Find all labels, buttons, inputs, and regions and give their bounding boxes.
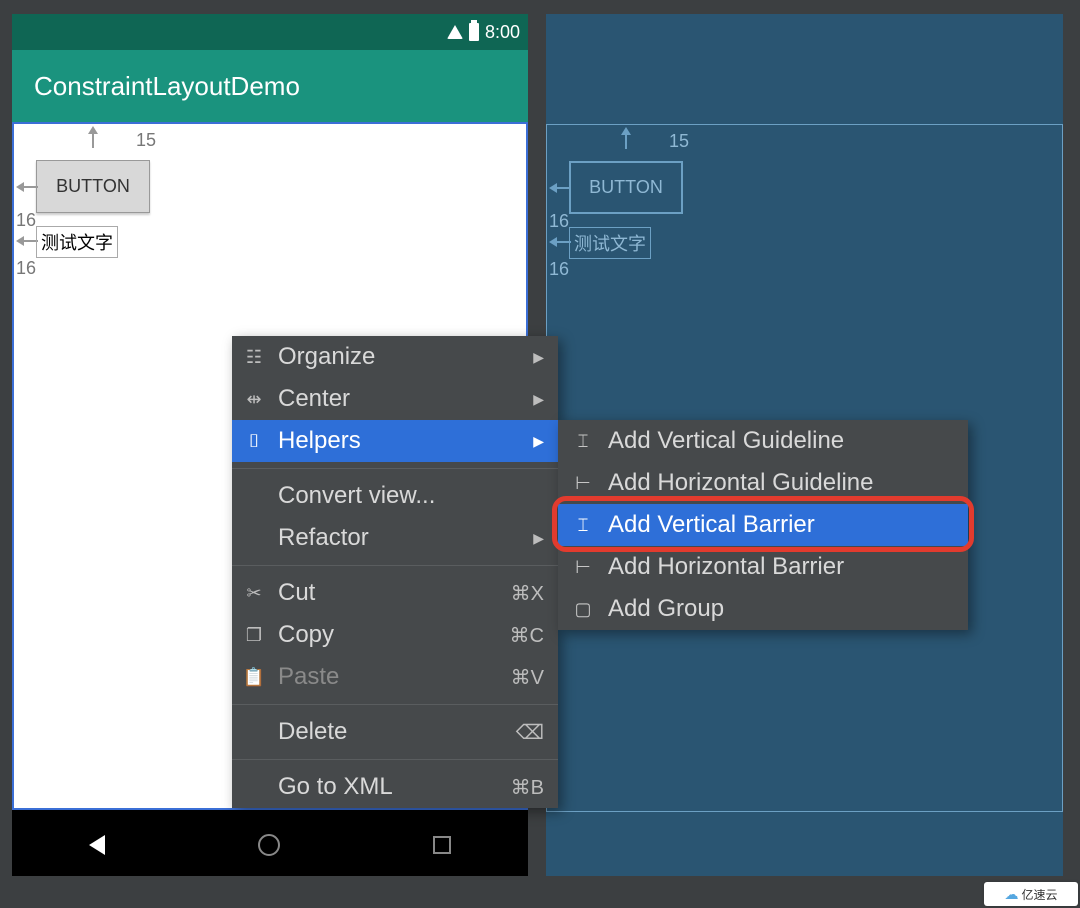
copy-icon: ❐ [242, 625, 266, 646]
menu-separator [232, 704, 558, 705]
android-status-bar: 8:00 [12, 14, 528, 50]
helpers-submenu: ⌶ Add Vertical Guideline ⊢ Add Horizonta… [558, 420, 968, 630]
menu-convert-view[interactable]: Convert view... [232, 475, 558, 517]
menu-cut[interactable]: ✂ Cut ⌘X [232, 572, 558, 614]
center-icon: ⇹ [242, 389, 266, 410]
menu-delete[interactable]: Delete ⌫ [232, 711, 558, 753]
menu-refactor[interactable]: Refactor ▶ [232, 517, 558, 559]
cut-icon: ✂ [242, 583, 266, 604]
margin-text-left: 16 [16, 258, 36, 279]
menu-separator [232, 759, 558, 760]
bp-textview-widget[interactable]: 测试文字 [569, 227, 651, 259]
nav-home-icon [258, 834, 280, 856]
margin-top-label: 15 [136, 130, 156, 151]
organize-icon: ☷ [242, 347, 266, 368]
menu-organize[interactable]: ☷ Organize ▶ [232, 336, 558, 378]
submenu-arrow-icon: ▶ [533, 530, 544, 547]
horizontal-guideline-icon: ⊢ [572, 473, 594, 494]
helpers-icon: ⌷ [242, 431, 266, 452]
vertical-barrier-icon: ⌶ [572, 515, 594, 536]
button-widget[interactable]: BUTTON [36, 160, 150, 213]
group-icon: ▢ [572, 599, 594, 620]
cloud-icon: ☁ [1004, 886, 1018, 903]
menu-center[interactable]: ⇹ Center ▶ [232, 378, 558, 420]
app-title: ConstraintLayoutDemo [34, 71, 300, 102]
context-menu: ☷ Organize ▶ ⇹ Center ▶ ⌷ Helpers ▶ Conv… [232, 336, 558, 808]
submenu-add-horizontal-guideline[interactable]: ⊢ Add Horizontal Guideline [558, 462, 968, 504]
menu-paste: 📋 Paste ⌘V [232, 656, 558, 698]
menu-goto-xml[interactable]: Go to XML ⌘B [232, 766, 558, 808]
bp-button-widget[interactable]: BUTTON [569, 161, 683, 214]
textview-widget[interactable]: 测试文字 [36, 226, 118, 258]
vertical-guideline-icon: ⌶ [572, 431, 594, 452]
submenu-arrow-icon: ▶ [533, 391, 544, 408]
delete-shortcut-icon: ⌫ [516, 720, 544, 745]
android-nav-bar [12, 814, 528, 876]
bp-margin-button-left: 16 [549, 211, 569, 232]
app-bar: ConstraintLayoutDemo [12, 50, 528, 122]
submenu-add-vertical-barrier[interactable]: ⌶ Add Vertical Barrier [558, 504, 968, 546]
horizontal-barrier-icon: ⊢ [572, 557, 594, 578]
submenu-arrow-icon: ▶ [533, 433, 544, 450]
watermark: ☁ 亿速云 [984, 882, 1078, 906]
menu-separator [232, 468, 558, 469]
nav-back-icon [89, 835, 105, 855]
submenu-add-horizontal-barrier[interactable]: ⊢ Add Horizontal Barrier [558, 546, 968, 588]
bp-margin-top: 15 [669, 131, 689, 152]
menu-separator [232, 565, 558, 566]
paste-icon: 📋 [242, 667, 266, 688]
submenu-add-vertical-guideline[interactable]: ⌶ Add Vertical Guideline [558, 420, 968, 462]
nav-recent-icon [433, 836, 451, 854]
bp-margin-text-left: 16 [549, 259, 569, 280]
menu-copy[interactable]: ❐ Copy ⌘C [232, 614, 558, 656]
wifi-icon [447, 25, 463, 39]
menu-helpers[interactable]: ⌷ Helpers ▶ [232, 420, 558, 462]
margin-button-left: 16 [16, 210, 36, 231]
submenu-arrow-icon: ▶ [533, 349, 544, 366]
battery-icon [469, 23, 479, 41]
submenu-add-group[interactable]: ▢ Add Group [558, 588, 968, 630]
status-time: 8:00 [485, 22, 520, 43]
